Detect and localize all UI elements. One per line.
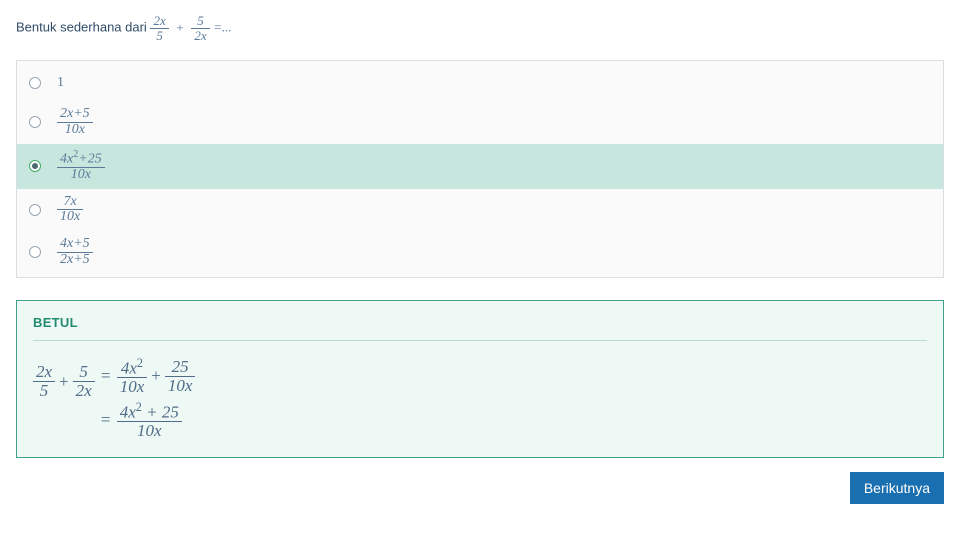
equals-sign: = — [95, 410, 117, 430]
feedback-title: BETUL — [33, 315, 927, 330]
divider — [33, 340, 927, 341]
option-label: 1 — [57, 75, 64, 91]
option-label: 4x2+25 10x — [57, 150, 105, 183]
option-2[interactable]: 2x+5 10x — [17, 101, 943, 143]
option-frac: 4x+5 2x+5 — [57, 237, 93, 267]
option-4[interactable]: 7x 10x — [17, 189, 943, 231]
equation-rhs: = 4x2 10x + 25 10x = 4x2 + 25 — [95, 355, 196, 443]
question-text: Bentuk sederhana dari 2x 5 + 5 2x =... — [16, 14, 944, 42]
question-suffix: =... — [213, 20, 232, 35]
lhs-frac-1: 2x 5 — [33, 363, 55, 400]
option-label: 7x 10x — [57, 195, 83, 225]
radio-icon — [29, 204, 41, 216]
plus-sign: + — [147, 366, 165, 386]
next-button[interactable]: Berikutnya — [850, 472, 944, 504]
step2-frac: 4x2 + 25 10x — [117, 401, 182, 440]
step1-frac-1: 4x2 10x — [117, 357, 148, 396]
option-label: 2x+5 10x — [57, 107, 93, 137]
radio-icon — [29, 246, 41, 258]
equation-step-2: = 4x2 + 25 10x — [95, 399, 196, 441]
plus-sign: + — [55, 372, 73, 392]
step1-frac-2: 25 10x — [165, 358, 196, 395]
equation-step-1: = 4x2 10x + 25 10x — [95, 355, 196, 397]
option-3[interactable]: 4x2+25 10x — [17, 144, 943, 189]
plus-sign: + — [172, 20, 187, 35]
options-container: 1 2x+5 10x 4x2+25 10x 7x 10x — [16, 60, 944, 278]
option-frac: 2x+5 10x — [57, 107, 93, 137]
question-prefix: Bentuk sederhana dari — [16, 20, 150, 35]
solution-equation: 2x 5 + 5 2x = 4x2 10x + 25 — [33, 355, 927, 443]
option-label: 4x+5 2x+5 — [57, 237, 93, 267]
question-frac-1: 2x 5 — [150, 14, 168, 42]
feedback-panel: BETUL 2x 5 + 5 2x = 4x2 10x — [16, 300, 944, 458]
option-5[interactable]: 4x+5 2x+5 — [17, 231, 943, 273]
option-frac: 7x 10x — [57, 195, 83, 225]
question-frac-2: 5 2x — [191, 14, 209, 42]
radio-icon — [29, 77, 41, 89]
lhs-frac-2: 5 2x — [73, 363, 95, 400]
equation-lhs: 2x 5 + 5 2x — [33, 355, 95, 400]
equals-sign: = — [95, 366, 117, 386]
option-frac: 4x2+25 10x — [57, 150, 105, 183]
radio-icon — [29, 116, 41, 128]
radio-icon-checked — [29, 160, 41, 172]
option-1[interactable]: 1 — [17, 65, 943, 101]
